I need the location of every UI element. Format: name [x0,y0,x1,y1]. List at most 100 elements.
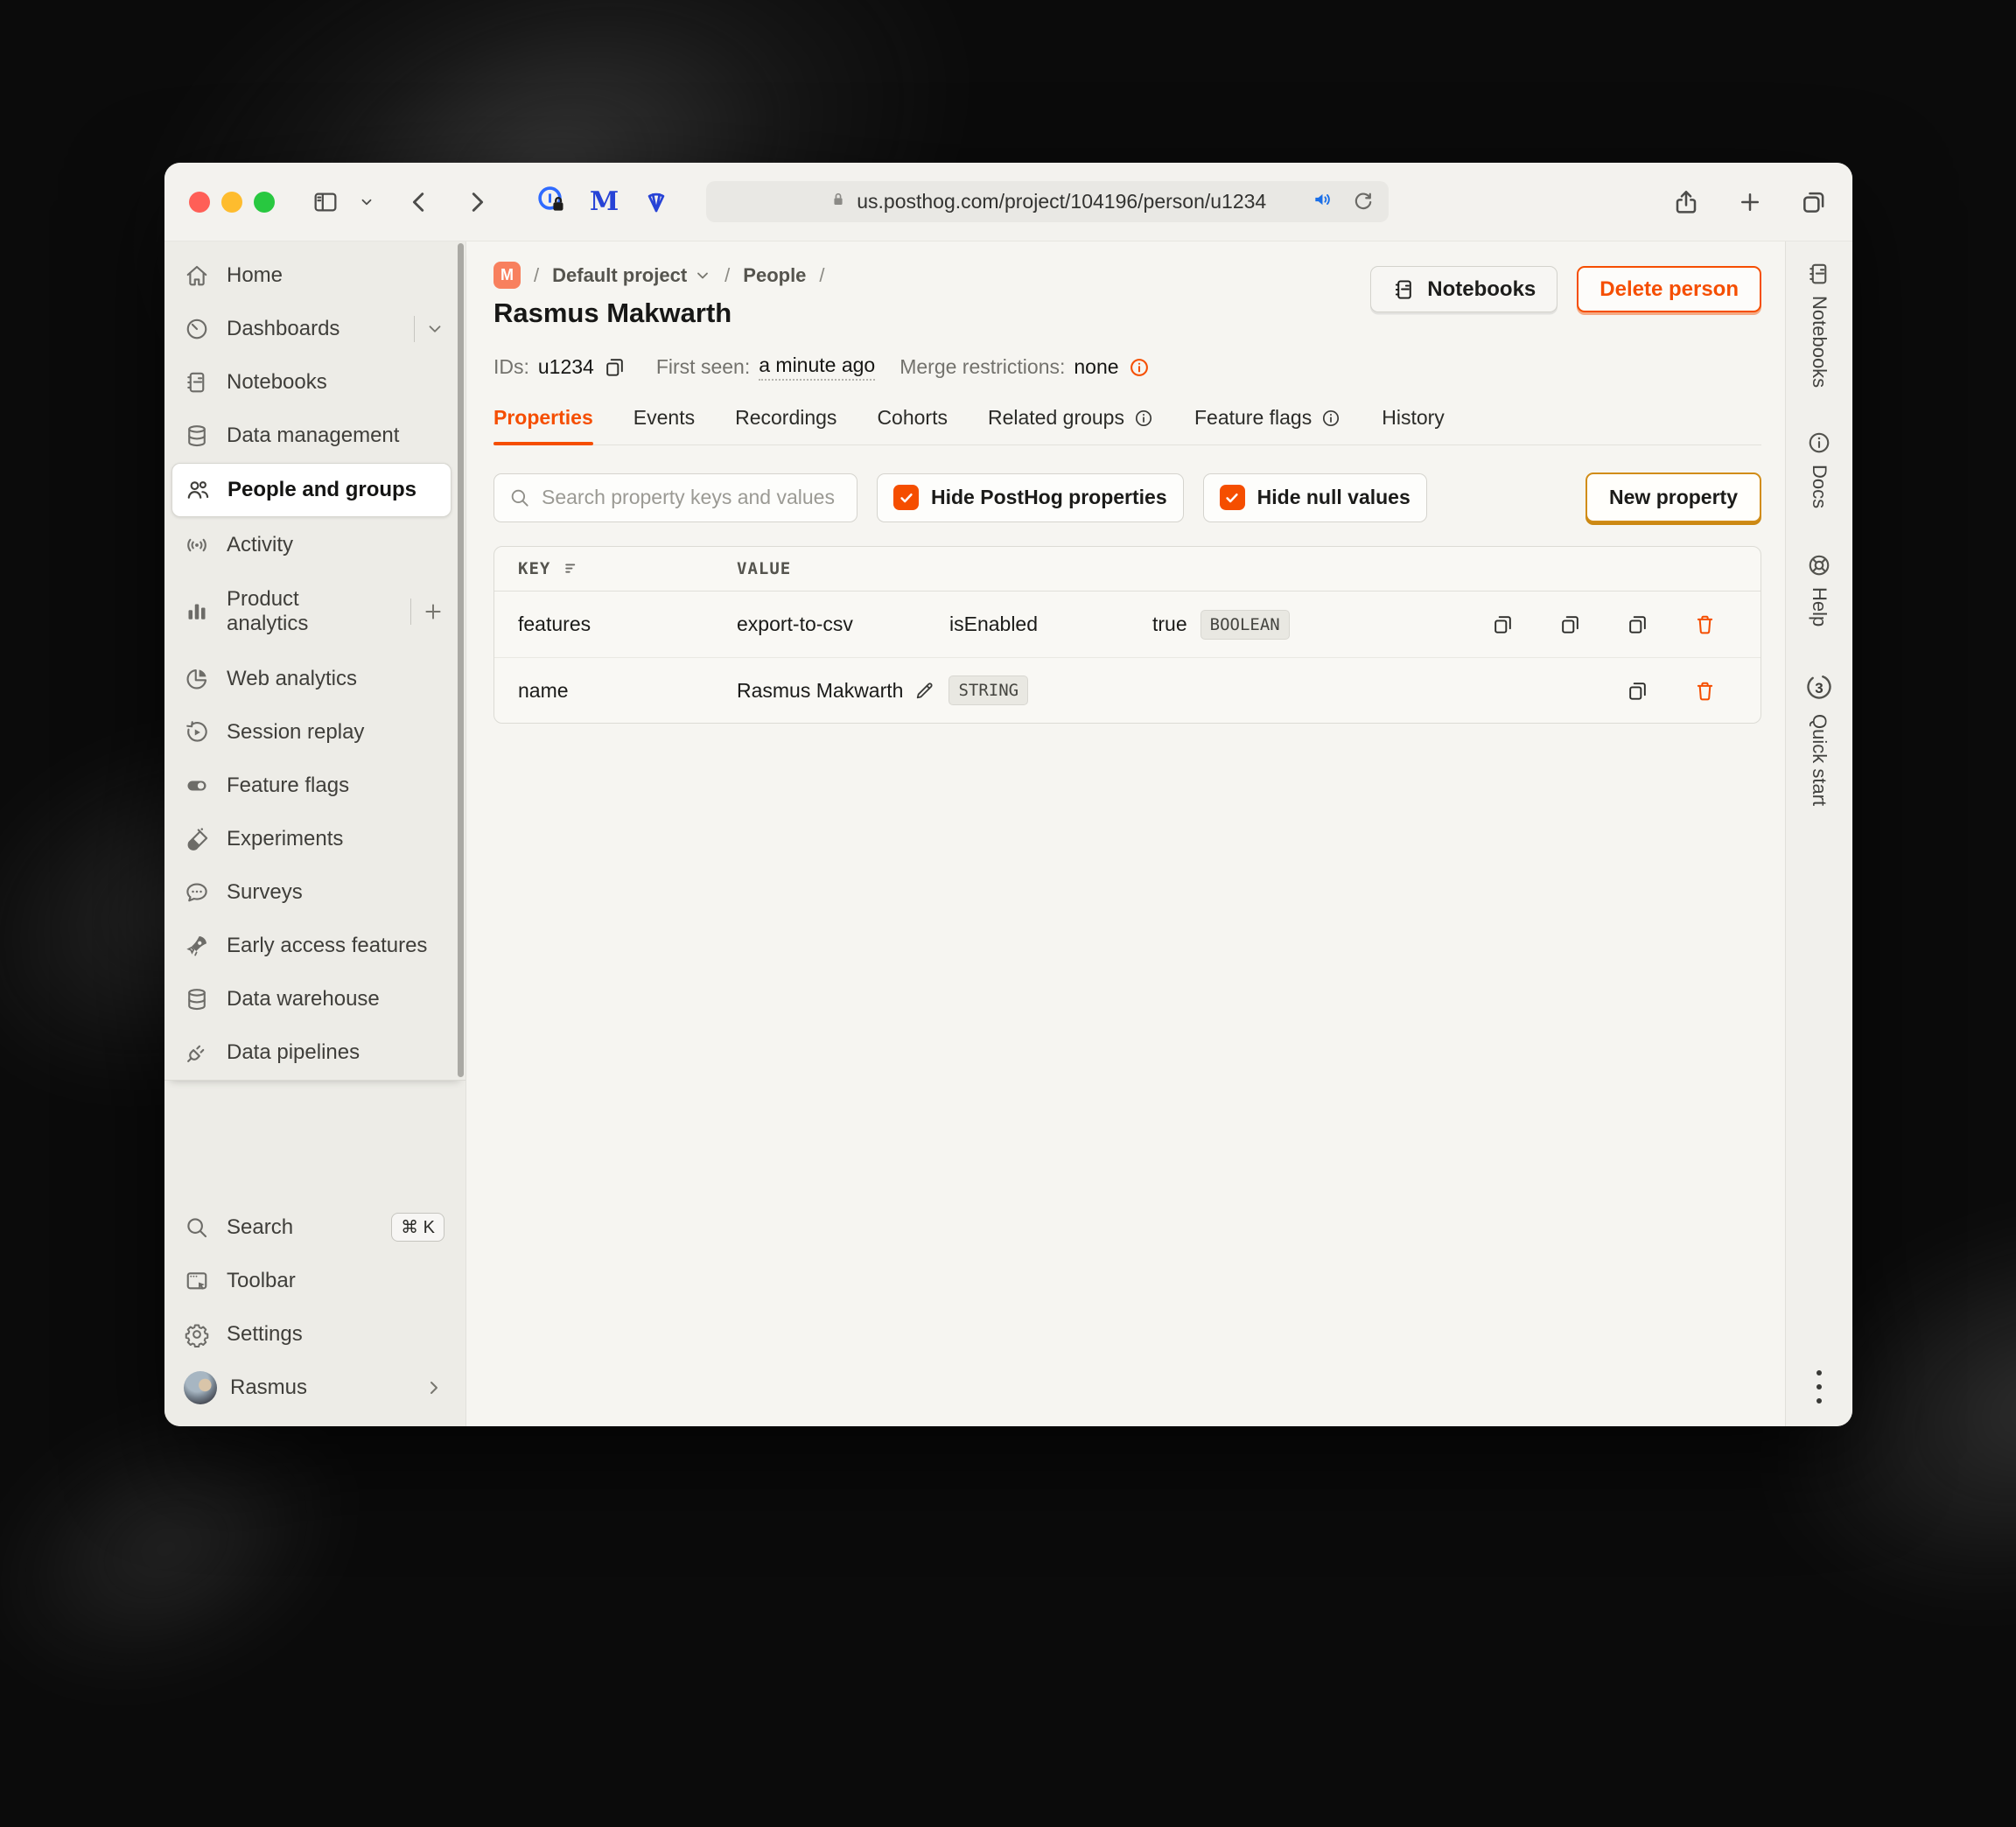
new-property-button[interactable]: New property [1586,472,1761,522]
sidebar-item-search[interactable]: Search ⌘ K [164,1200,466,1254]
forward-button[interactable] [464,189,490,215]
delete-person-button[interactable]: Delete person [1577,266,1761,312]
sidebar-toggle-icon[interactable] [312,188,340,216]
address-bar[interactable]: us.posthog.com/project/104196/person/u12… [706,181,1390,222]
notebook-icon [1806,261,1832,287]
breadcrumb-people[interactable]: People [743,264,806,287]
checkbox-label: Hide null values [1256,486,1410,508]
user-avatar [184,1370,217,1404]
checkbox-checked-icon[interactable] [1219,485,1245,510]
close-window-button[interactable] [189,191,210,213]
sidebar-item-activity[interactable]: Activity [164,518,466,571]
sidebar-item-label: Notebooks [227,369,327,394]
breadcrumb-separator: / [534,263,540,286]
tab-cohorts[interactable]: Cohorts [877,406,948,444]
sidebar-item-feature-flags[interactable]: Feature flags [164,759,466,812]
copy-icon[interactable] [1491,612,1515,636]
sidebar-item-data-pipelines[interactable]: Data pipelines [164,1026,466,1079]
filter-bar: Hide PostHog properties Hide null values… [494,472,1761,522]
sidebar-item-notebooks[interactable]: Notebooks [164,355,466,409]
chevron-down-icon[interactable] [425,319,444,339]
tab-events[interactable]: Events [634,406,695,444]
sidebar-item-settings[interactable]: Settings [164,1307,466,1361]
checkbox-label: Hide PostHog properties [931,486,1167,508]
keyboard-shortcut-badge: ⌘ K [391,1213,444,1242]
breadcrumb-project[interactable]: Default project [552,264,711,287]
sidebar-bottom: Search ⌘ K Toolbar Settings Rasmus [164,1195,466,1426]
audio-mute-icon[interactable] [1312,188,1334,215]
property-key[interactable]: features [518,612,737,636]
sidebar-item-label: Activity [227,532,294,556]
tab-feature-flags[interactable]: Feature flags [1194,406,1341,444]
plus-icon[interactable] [422,600,444,623]
copy-icon[interactable] [1626,679,1649,703]
info-icon [1133,408,1154,429]
share-icon[interactable] [1672,188,1700,216]
lifebuoy-icon [1806,552,1832,578]
rail-item-docs[interactable]: Docs [1806,430,1832,508]
checkbox-checked-icon[interactable] [893,485,919,510]
sidebar-item-dashboards[interactable]: Dashboards [164,302,466,355]
sidebar-item-data-warehouse[interactable]: Data warehouse [164,972,466,1026]
copy-icon[interactable] [1558,612,1582,636]
sidebar-item-surveys[interactable]: Surveys [164,865,466,919]
mail-extension-icon[interactable]: M [590,186,619,217]
tab-recordings[interactable]: Recordings [735,406,836,444]
sidebar-item-label: Settings [227,1321,303,1346]
hide-null-values-toggle[interactable]: Hide null values [1202,472,1427,522]
more-options-icon[interactable] [1816,1370,1822,1404]
traffic-lights [189,191,275,213]
back-button[interactable] [406,189,432,215]
sidebar-item-web-analytics[interactable]: Web analytics [164,652,466,705]
reload-icon[interactable] [1352,191,1375,214]
property-search-input[interactable] [542,486,843,509]
property-key[interactable]: name [518,679,737,703]
rail-item-help[interactable]: Help [1806,552,1832,627]
sidebar-item-early-access-features[interactable]: Early access features [164,919,466,972]
sidebar-item-toolbar[interactable]: Toolbar [164,1254,466,1307]
sidebar-item-user[interactable]: Rasmus [164,1361,466,1414]
rail-item-notebooks[interactable]: Notebooks [1806,261,1832,388]
table-header: KEY VALUE [494,547,1760,592]
sidebar-scrollbar[interactable] [458,243,464,1077]
info-icon [1320,408,1341,429]
sidebar-item-data-management[interactable]: Data management [164,409,466,462]
key-column-header[interactable]: KEY [518,559,550,578]
sidebar-item-home[interactable]: Home [164,248,466,302]
property-search-box[interactable] [494,472,858,522]
copy-icon[interactable] [603,355,626,379]
sidebar-item-label: Toolbar [227,1268,296,1292]
property-value[interactable]: export-to-csv [737,612,949,636]
quick-start-count: 3 [1815,680,1824,697]
property-value[interactable]: isEnabled [949,612,1152,636]
sidebar-item-experiments[interactable]: Experiments [164,812,466,865]
property-value[interactable]: Rasmus Makwarth [737,679,903,703]
delete-property-icon[interactable] [1693,679,1717,703]
edit-icon[interactable] [914,680,935,702]
zoom-window-button[interactable] [254,191,275,213]
sidebar-item-people-and-groups[interactable]: People and groups [172,463,452,517]
info-icon[interactable] [1128,356,1151,379]
property-value[interactable]: true [1152,612,1187,636]
rail-item-quick-start[interactable]: 3 Quick start [1805,673,1833,806]
tab-properties[interactable]: Properties [494,406,593,445]
fan-extension-icon[interactable] [641,187,671,217]
chevron-down-icon[interactable] [359,194,374,210]
main-content: M / Default project / People / Rasmus Ma… [466,242,1785,1426]
new-tab-icon[interactable] [1737,189,1763,215]
delete-property-icon[interactable] [1693,612,1717,636]
hide-posthog-properties-toggle[interactable]: Hide PostHog properties [877,472,1184,522]
rail-item-label: Help [1809,587,1830,627]
tab-history[interactable]: History [1382,406,1445,444]
minimize-window-button[interactable] [221,191,242,213]
project-badge[interactable]: M [494,262,521,289]
tab-related-groups[interactable]: Related groups [988,406,1154,444]
password-manager-extension-icon[interactable] [536,184,567,220]
sidebar-item-product-analytics[interactable]: Product analytics [164,571,466,652]
tab-overview-icon[interactable] [1800,188,1828,216]
sidebar-item-session-replay[interactable]: Session replay [164,705,466,759]
first-seen-value[interactable]: a minute ago [759,354,876,381]
sort-icon[interactable] [563,559,582,578]
copy-icon[interactable] [1626,612,1649,636]
notebooks-button[interactable]: Notebooks [1370,266,1558,312]
